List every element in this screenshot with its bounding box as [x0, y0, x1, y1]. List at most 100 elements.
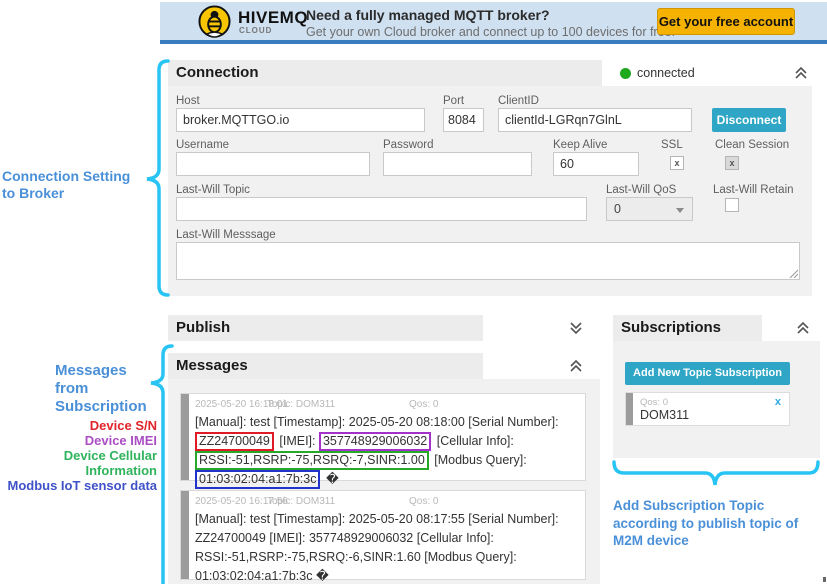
annotation-line: M2M device: [613, 532, 827, 550]
password-label: Password: [383, 139, 434, 151]
publish-expand-chevron-down-icon[interactable]: [568, 320, 584, 336]
modbus-data: 01:03:02:04:a1:7b:3c: [195, 569, 312, 583]
resize-handle-icon[interactable]: [788, 268, 798, 278]
imei-label: [IMEI]:: [269, 531, 305, 545]
banner-headline: Need a fully managed MQTT broker?: [306, 7, 550, 23]
publish-header: Publish: [168, 315, 600, 341]
cellular-label: [Cellular Info]:: [437, 434, 514, 448]
last-will-qos-select[interactable]: 0: [606, 197, 693, 221]
serial-number-highlight: ZZ24700049: [195, 432, 274, 451]
annotation-line: Connection Setting: [2, 168, 130, 185]
hivemq-logo-cloud-text: CLOUD: [239, 26, 272, 35]
message-card: 2025-05-20 16:17:56 Topic: DOM311 Qos: 0…: [180, 490, 586, 580]
publish-title: Publish: [176, 315, 230, 341]
hivemq-banner: HIVEMQ CLOUD Need a fully managed MQTT b…: [160, 2, 827, 44]
message-topic: Topic: DOM311: [267, 399, 335, 410]
messages-header: Messages: [168, 353, 600, 379]
subscription-item: Qos: 0 DOM311 x: [625, 392, 790, 426]
cellular-info-highlight: RSSI:-51,RSRP:-75,RSRQ:-7,SINR:1.00: [195, 451, 429, 470]
subscriptions-title: Subscriptions: [621, 315, 721, 341]
annotation-line: Add Subscription Topic: [613, 497, 827, 515]
message-body: [Manual]: test [Timestamp]: 2025-05-20 0…: [195, 413, 579, 489]
imei-highlight: 357748929006032: [319, 432, 431, 451]
modbus-data-highlight: 01:03:02:04:a1:7b:3c: [195, 470, 320, 489]
clean-session-checkbox[interactable]: x: [725, 156, 739, 170]
replacement-char: �: [316, 569, 329, 583]
messages-panel: 2025-05-20 16:18:01 Topic: DOM311 Qos: 0…: [168, 379, 600, 584]
message-sidebar: [181, 394, 189, 480]
connection-annotation: Connection Setting to Broker: [2, 168, 130, 202]
get-free-account-button[interactable]: Get your free account: [657, 8, 795, 35]
modbus-label: [Modbus Query]:: [424, 550, 516, 564]
add-new-topic-subscription-button[interactable]: Add New Topic Subscription: [625, 362, 790, 385]
connection-brace: [147, 61, 168, 295]
username-label: Username: [176, 139, 229, 151]
imei-label: [IMEI]:: [279, 434, 315, 448]
subscriptions-collapse-chevron-up-icon[interactable]: [795, 320, 811, 336]
page: HIVEMQ CLOUD Need a fully managed MQTT b…: [0, 0, 827, 584]
annotation-line: from: [55, 380, 147, 398]
last-will-retain-label: Last-Will Retain: [713, 184, 794, 196]
connection-header: Connection connected: [168, 60, 812, 86]
hivemq-logo-text: HIVEMQ: [238, 8, 308, 28]
keep-alive-input[interactable]: [553, 152, 639, 176]
password-input[interactable]: [383, 152, 532, 176]
connection-panel: Host Port ClientID Disconnect Username P…: [168, 86, 812, 296]
message-line: [Manual]: test [Timestamp]: 2025-05-20 0…: [195, 510, 579, 529]
clean-session-label: Clean Session: [715, 139, 789, 151]
imei: 357748929006032: [309, 531, 413, 545]
messages-annotation: Messages from Subscription: [55, 362, 147, 416]
subscriptions-panel: Add New Topic Subscription Qos: 0 DOM311…: [613, 341, 820, 458]
legend-device-imei: Device IMEI: [0, 433, 157, 448]
subscription-annotation: Add Subscription Topic according to publ…: [613, 497, 827, 550]
port-input[interactable]: [443, 108, 484, 132]
modbus-label: [Modbus Query]:: [434, 453, 526, 467]
legend-device-sn: Device S/N: [0, 418, 157, 433]
subscription-topic: DOM311: [640, 408, 689, 422]
dropdown-arrow-icon: [676, 208, 684, 213]
last-will-topic-input[interactable]: [176, 197, 587, 221]
message-body: [Manual]: test [Timestamp]: 2025-05-20 0…: [195, 510, 579, 584]
ssl-label: SSL: [661, 139, 683, 151]
subscription-close-icon[interactable]: x: [775, 396, 781, 408]
hivemq-bee-logo-icon: [198, 5, 231, 38]
last-will-retain-checkbox[interactable]: [725, 198, 739, 212]
annotation-line: to Broker: [2, 185, 130, 202]
last-will-topic-label: Last-Will Topic: [176, 184, 250, 196]
host-input[interactable]: [176, 108, 425, 132]
last-will-message-textarea[interactable]: [176, 242, 800, 280]
port-label: Port: [443, 95, 464, 107]
message-card: 2025-05-20 16:18:01 Topic: DOM311 Qos: 0…: [180, 393, 586, 481]
message-qos: Qos: 0: [409, 496, 438, 507]
last-will-qos-value: 0: [614, 202, 621, 216]
message-sidebar: [181, 491, 189, 579]
annotation-line: Subscription: [55, 398, 147, 416]
message-topic: Topic: DOM311: [267, 496, 335, 507]
last-will-qos-label: Last-Will QoS: [606, 184, 676, 196]
clientid-input[interactable]: [498, 108, 692, 132]
corner-artifact: [823, 577, 826, 582]
annotation-line: according to publish topic of: [613, 515, 827, 533]
serial-number: ZZ24700049: [195, 531, 266, 545]
message-field-legend: Device S/N Device IMEI Device Cellular I…: [0, 418, 157, 493]
connection-status-text: connected: [637, 60, 695, 86]
legend-modbus-data: Modbus IoT sensor data: [0, 478, 157, 493]
message-line: [Manual]: test [Timestamp]: 2025-05-20 0…: [195, 413, 579, 432]
ssl-checkbox[interactable]: x: [670, 156, 684, 170]
messages-collapse-chevron-up-icon[interactable]: [568, 358, 584, 374]
legend-cellular-info: Device Cellular Information: [0, 448, 157, 478]
disconnect-button[interactable]: Disconnect: [712, 108, 786, 132]
cellular-info: RSSI:-51,RSRP:-75,RSRQ:-6,SINR:1.60: [195, 550, 421, 564]
username-input[interactable]: [176, 152, 370, 176]
connection-collapse-chevron-up-icon[interactable]: [793, 65, 809, 81]
host-label: Host: [176, 95, 200, 107]
subscriptions-header: Subscriptions: [613, 315, 827, 341]
annotation-line: Messages: [55, 362, 147, 380]
last-will-message-label: Last-Will Messsage: [176, 229, 276, 241]
connected-status-dot-icon: [620, 68, 631, 79]
connection-title: Connection: [176, 60, 259, 86]
subscription-brace: [614, 462, 818, 485]
keep-alive-label: Keep Alive: [553, 139, 607, 151]
subscription-sidebar: [626, 393, 633, 425]
message-qos: Qos: 0: [409, 399, 438, 410]
